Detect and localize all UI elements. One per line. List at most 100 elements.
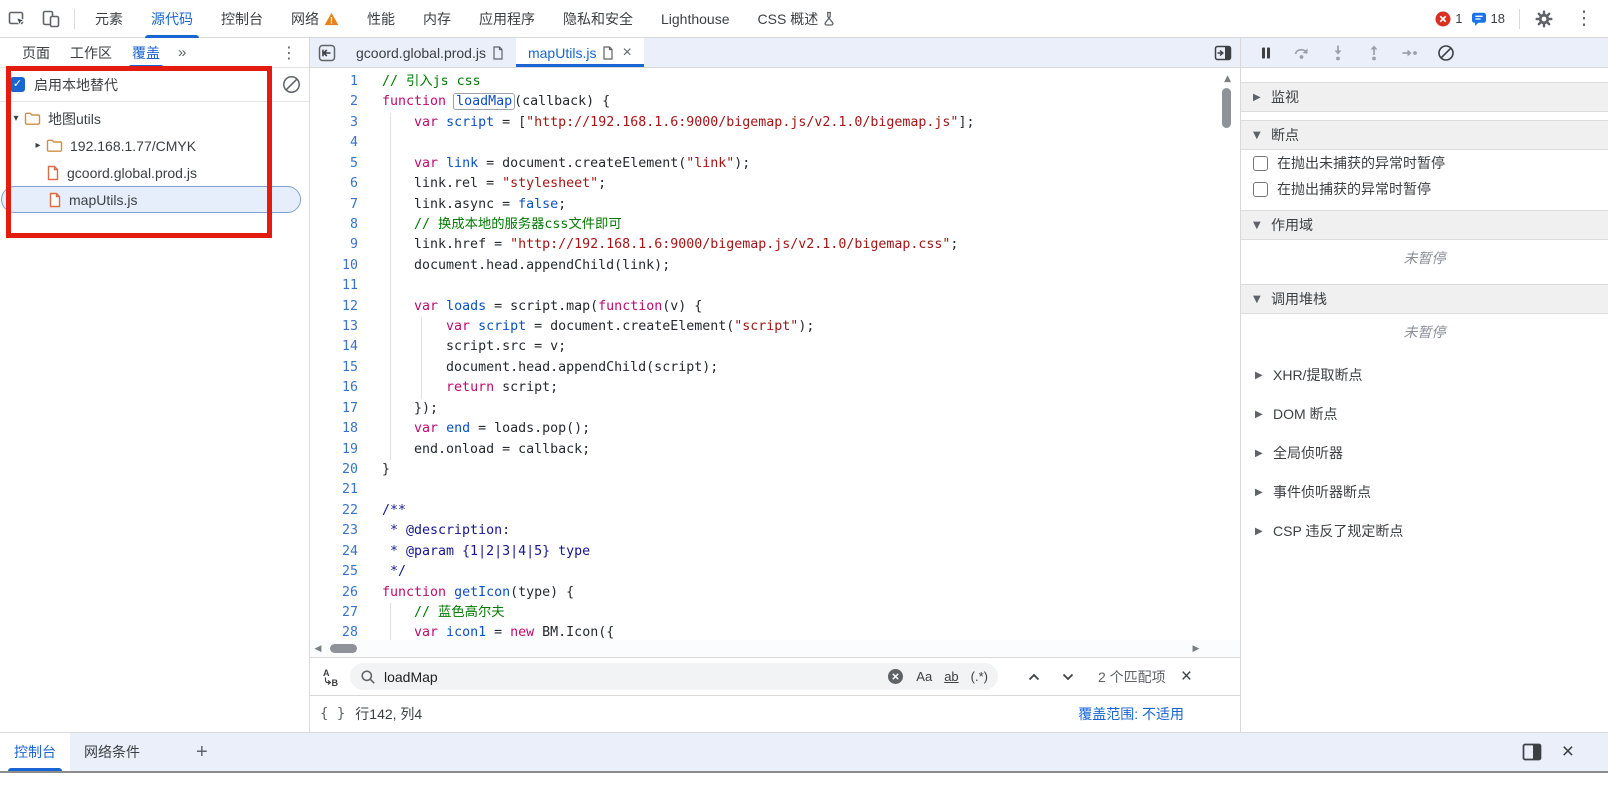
debugger-section-item[interactable]: ▶全局侦听器 [1241,439,1608,467]
checkbox-unchecked[interactable] [1253,156,1268,171]
match-case-button[interactable]: Aa [916,669,932,684]
sidebar-menu-icon[interactable]: ⋮ [281,43,297,63]
line-number[interactable]: 28 [318,623,358,640]
debugger-section-header[interactable]: ▼作用域 [1241,210,1608,240]
line-number[interactable]: 13 [318,317,358,337]
more-tabs-icon[interactable]: » [178,44,186,61]
line-number[interactable]: 23 [318,521,358,541]
whole-word-button[interactable]: ab [944,669,958,684]
tree-arrow-icon[interactable]: ▸ [30,140,46,151]
editor-tab[interactable]: mapUtils.js× [516,38,644,67]
debugger-section-item[interactable]: ▶DOM 断点 [1241,400,1608,428]
next-match-icon[interactable] [1060,669,1076,685]
sidebar-tab[interactable]: 覆盖 [122,38,170,68]
line-number[interactable]: 16 [318,378,358,398]
line-number[interactable]: 21 [318,480,358,500]
deactivate-breakpoints-icon[interactable] [1435,42,1457,64]
add-drawer-tab-icon[interactable]: + [178,733,226,771]
coverage-link[interactable]: 覆盖范围: 不适用 [1078,704,1184,724]
scrollbar-right-icon[interactable]: ▶ [1188,644,1204,654]
dock-side-icon[interactable] [1522,743,1542,761]
debugger-section-header[interactable]: ▼断点 [1241,120,1608,150]
enable-overrides-checkbox[interactable]: ✓ [10,77,25,92]
panel-tab[interactable]: Lighthouse [647,0,744,38]
code-editor[interactable]: 1// 引入js css2function loadMap(callback) … [310,68,1240,640]
debugger-section-item[interactable]: ▶CSP 违反了规定断点 [1241,517,1608,545]
scrollbar-up-icon[interactable]: ▲ [1224,74,1231,84]
line-number[interactable]: 11 [318,276,358,296]
settings-gear-icon[interactable] [1534,9,1562,29]
close-drawer-icon[interactable]: × [1562,740,1574,764]
debugger-section-header[interactable]: ▼调用堆栈 [1241,284,1608,314]
line-number[interactable]: 24 [318,542,358,562]
navigate-back-icon[interactable] [310,38,344,67]
vertical-scrollbar-thumb[interactable] [1222,88,1231,128]
pretty-print-icon[interactable]: { } [320,706,345,722]
device-toolbar-icon[interactable] [34,4,68,34]
line-number[interactable]: 27 [318,603,358,623]
tree-item[interactable]: mapUtils.js [1,186,301,213]
debugger-section-header[interactable]: ▶监视 [1241,82,1608,112]
panel-tab[interactable]: 控制台 [207,0,277,38]
message-count-badge[interactable]: 18 [1471,11,1505,27]
scrollbar-left-icon[interactable]: ◀ [310,644,326,654]
step-icon[interactable] [1399,42,1421,64]
line-number[interactable]: 6 [318,174,358,194]
step-into-icon[interactable] [1327,42,1349,64]
panel-tab[interactable]: 内存 [409,0,465,38]
line-number[interactable]: 1 [318,72,358,92]
line-number[interactable]: 15 [318,358,358,378]
line-number[interactable]: 7 [318,195,358,215]
inspect-element-icon[interactable] [0,4,34,34]
sidebar-tab[interactable]: 页面 [12,38,60,68]
tree-item[interactable]: gcoord.global.prod.js [0,159,309,186]
line-number[interactable]: 22 [318,501,358,521]
breakpoint-option[interactable]: 在抛出未捕获的异常时暂停 [1241,150,1608,176]
panel-tab[interactable]: CSS 概述 [744,0,852,38]
horizontal-scrollbar-thumb[interactable] [330,644,357,653]
step-over-icon[interactable] [1291,42,1313,64]
line-number[interactable]: 17 [318,399,358,419]
clear-configuration-icon[interactable] [282,75,301,94]
line-number[interactable]: 2 [318,92,358,112]
editor-tab[interactable]: gcoord.global.prod.js [344,38,516,67]
drawer-tab[interactable]: 网络条件 [70,733,154,771]
line-number[interactable]: 8 [318,215,358,235]
line-number[interactable]: 25 [318,562,358,582]
breakpoint-option[interactable]: 在抛出捕获的异常时暂停 [1241,176,1608,202]
line-number[interactable]: 5 [318,154,358,174]
panel-tab[interactable]: 元素 [81,0,137,38]
line-number[interactable]: 12 [318,297,358,317]
close-tab-icon[interactable]: × [622,44,631,62]
error-count-badge[interactable]: 1 [1435,11,1462,27]
panel-tab[interactable]: 隐私和安全 [549,0,647,38]
line-number[interactable]: 20 [318,460,358,480]
search-input[interactable] [384,669,887,685]
drawer-tab[interactable]: 控制台 [0,733,70,771]
replace-toggle-icon[interactable]: AB [318,664,344,690]
line-number[interactable]: 9 [318,235,358,255]
line-number[interactable]: 26 [318,583,358,603]
panel-tab[interactable]: 应用程序 [465,0,549,38]
panel-tab[interactable]: 性能 [353,0,409,38]
panel-tab[interactable]: 网络! [277,0,353,38]
customize-menu-icon[interactable]: ⋮ [1570,7,1598,30]
close-search-icon[interactable]: × [1181,666,1192,688]
sidebar-tab[interactable]: 工作区 [60,38,122,68]
step-out-icon[interactable] [1363,42,1385,64]
tree-arrow-icon[interactable]: ▾ [8,113,24,124]
debugger-section-item[interactable]: ▶XHR/提取断点 [1241,361,1608,389]
debugger-section-item[interactable]: ▶事件侦听器断点 [1241,478,1608,506]
line-number[interactable]: 3 [318,113,358,133]
tree-item[interactable]: ▸192.168.1.77/CMYK [0,132,309,159]
clear-search-icon[interactable] [887,668,904,685]
checkbox-unchecked[interactable] [1253,182,1268,197]
panel-tab[interactable]: 源代码 [137,0,207,38]
tree-item[interactable]: ▾地图utils [0,105,309,132]
previous-match-icon[interactable] [1026,669,1042,685]
line-number[interactable]: 19 [318,440,358,460]
line-number[interactable]: 18 [318,419,358,439]
regex-button[interactable]: (.*) [971,669,988,684]
line-number[interactable]: 4 [318,133,358,153]
toggle-debugger-sidebar-icon[interactable] [1206,38,1240,67]
